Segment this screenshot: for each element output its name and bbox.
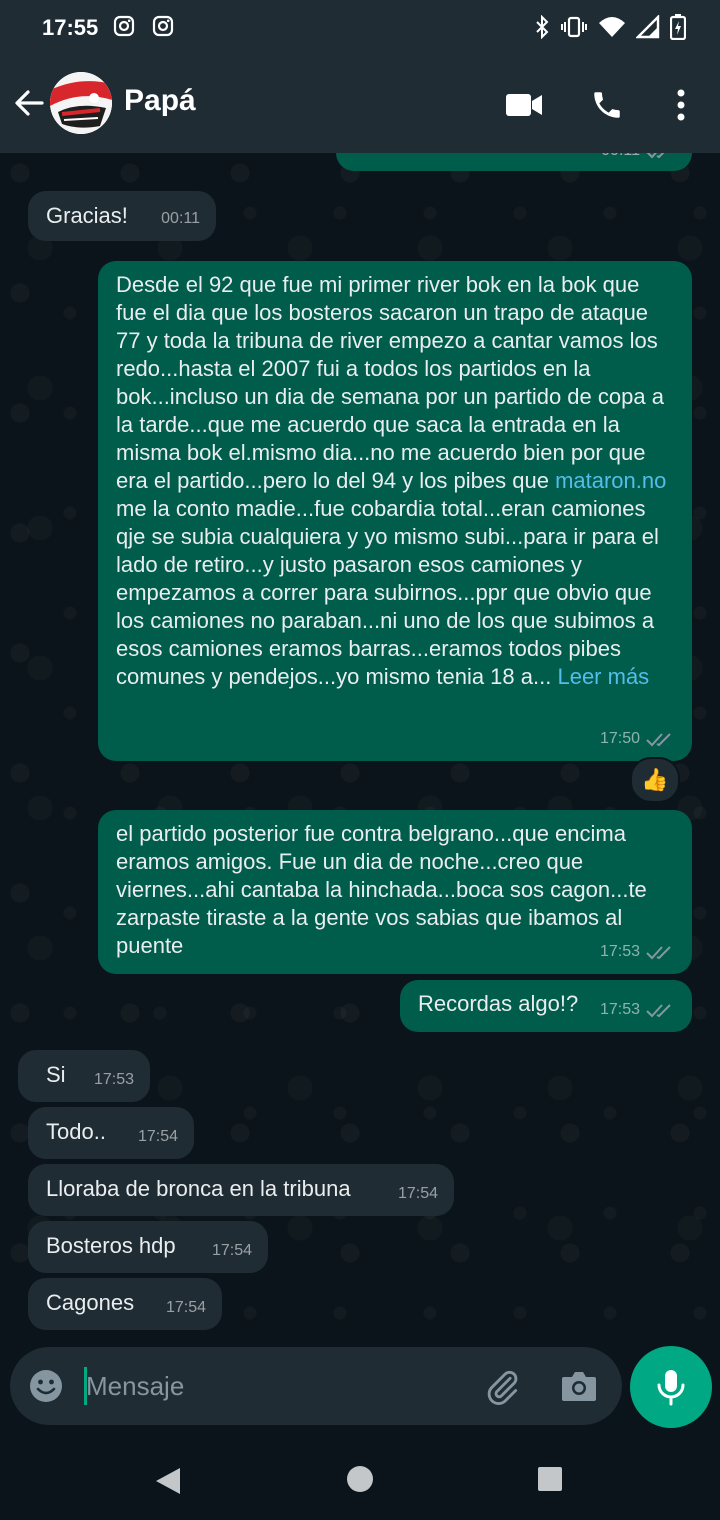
message-time: 17:53 bbox=[93, 1071, 134, 1088]
chat-messages[interactable]: 00:11 Gracias! 00:11 Desde el 92 que fue… bbox=[0, 153, 720, 1343]
instagram-icon bbox=[152, 15, 174, 37]
message-time: 00:11 bbox=[601, 153, 640, 165]
phone-icon[interactable] bbox=[590, 88, 624, 122]
thumbs-up-icon: 👍 bbox=[641, 767, 669, 792]
message-input[interactable] bbox=[86, 1365, 466, 1407]
nav-home-icon[interactable] bbox=[346, 1465, 374, 1493]
nav-back-icon[interactable] bbox=[154, 1466, 182, 1496]
contact-name[interactable]: Papá bbox=[124, 84, 196, 118]
message-bubble-incoming[interactable]: Cagones 17:54 bbox=[28, 1278, 222, 1330]
message-meta: 17:54 bbox=[166, 1294, 206, 1322]
message-meta: 17:53 bbox=[600, 938, 676, 966]
message-meta: 17:54 bbox=[212, 1237, 252, 1265]
bluetooth-icon bbox=[536, 15, 549, 39]
back-arrow-icon[interactable] bbox=[12, 86, 46, 120]
avatar-image bbox=[50, 72, 112, 134]
read-more-link[interactable]: Leer más bbox=[557, 664, 649, 689]
message-reaction[interactable]: 👍 bbox=[630, 757, 680, 803]
message-bubble-outgoing[interactable]: 00:11 bbox=[336, 153, 692, 171]
emoji-icon[interactable] bbox=[28, 1368, 64, 1404]
video-call-icon[interactable] bbox=[505, 92, 543, 118]
status-bar: 17:55 bbox=[0, 0, 720, 56]
nav-recents-icon[interactable] bbox=[537, 1466, 563, 1492]
message-meta: 00:11 bbox=[601, 153, 676, 165]
signal-icon bbox=[636, 15, 660, 39]
message-bubble-incoming[interactable]: Todo.. 17:54 bbox=[28, 1107, 194, 1159]
message-time: 17:54 bbox=[137, 1128, 178, 1145]
more-vert-icon[interactable] bbox=[668, 88, 694, 122]
message-meta: 17:54 bbox=[138, 1123, 178, 1151]
message-text: el partido posterior fue contra belgrano… bbox=[116, 821, 647, 958]
status-icons bbox=[534, 14, 686, 40]
message-bubble-incoming[interactable]: Bosteros hdp 17:54 bbox=[28, 1221, 268, 1273]
message-bubble-incoming[interactable]: Gracias! 00:11 bbox=[28, 191, 216, 241]
message-meta: 17:53 bbox=[94, 1066, 134, 1094]
battery-icon bbox=[670, 14, 686, 40]
message-bubble-outgoing[interactable]: el partido posterior fue contra belgrano… bbox=[98, 810, 692, 974]
camera-icon[interactable] bbox=[560, 1369, 598, 1403]
read-ticks-icon bbox=[646, 733, 671, 747]
message-text: Lloraba de bronca en la tribuna bbox=[46, 1176, 351, 1201]
message-time: 17:53 bbox=[599, 943, 640, 960]
voice-record-button[interactable] bbox=[630, 1346, 712, 1428]
status-time: 17:55 bbox=[42, 15, 99, 40]
wifi-icon bbox=[599, 17, 625, 37]
message-time: 17:54 bbox=[397, 1185, 438, 1202]
vibrate-icon bbox=[561, 16, 587, 38]
message-text-part: Desde el 92 que fue mi primer river bok … bbox=[116, 272, 664, 493]
message-bubble-outgoing[interactable]: Desde el 92 que fue mi primer river bok … bbox=[98, 261, 692, 761]
message-meta: 17:50 bbox=[600, 725, 676, 753]
avatar[interactable] bbox=[50, 72, 112, 134]
message-time: 17:50 bbox=[599, 730, 640, 747]
message-meta: 17:53 bbox=[600, 996, 676, 1024]
message-time: 17:54 bbox=[165, 1299, 206, 1316]
message-time: 17:53 bbox=[599, 1001, 640, 1018]
read-ticks-icon bbox=[646, 946, 671, 960]
message-link[interactable]: mataron.no bbox=[555, 468, 666, 493]
chat-header: Papá bbox=[0, 56, 720, 153]
message-meta: 17:54 bbox=[398, 1180, 438, 1208]
instagram-icon bbox=[113, 15, 135, 37]
read-ticks-icon bbox=[646, 153, 665, 159]
message-meta: 00:11 bbox=[161, 205, 200, 233]
mic-icon bbox=[657, 1370, 685, 1406]
message-time: 00:11 bbox=[161, 210, 200, 227]
read-ticks-icon bbox=[646, 1004, 671, 1018]
system-nav-bar bbox=[0, 1438, 720, 1520]
message-bubble-outgoing[interactable]: Recordas algo!? 17:53 bbox=[400, 980, 692, 1032]
message-time: 17:54 bbox=[211, 1242, 252, 1259]
message-bubble-incoming[interactable]: Lloraba de bronca en la tribuna 17:54 bbox=[28, 1164, 454, 1216]
message-bubble-incoming[interactable]: Si 17:53 bbox=[18, 1050, 150, 1102]
message-composer bbox=[10, 1347, 622, 1425]
message-text: Desde el 92 que fue mi primer river bok … bbox=[116, 271, 674, 691]
attach-icon[interactable] bbox=[484, 1368, 522, 1406]
message-text-part: me la conto madie...fue cobardia total..… bbox=[116, 496, 659, 689]
